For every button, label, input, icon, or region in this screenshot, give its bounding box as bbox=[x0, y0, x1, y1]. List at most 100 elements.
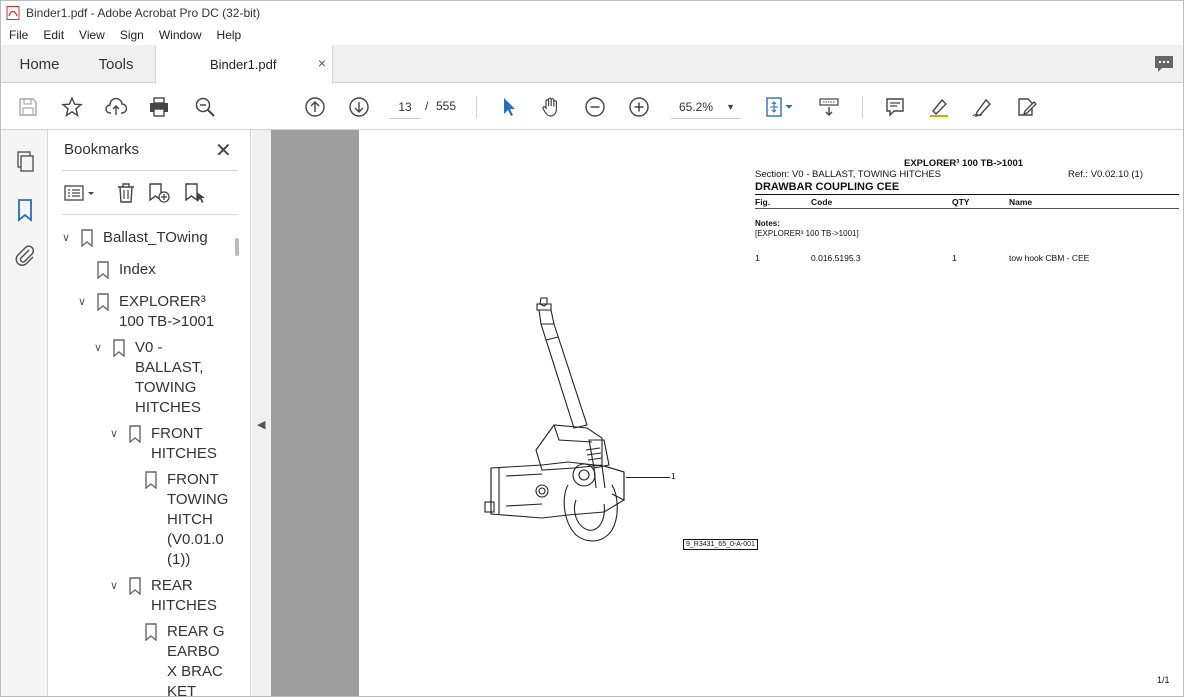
doc-section: Section: V0 - BALLAST, TOWING HITCHES bbox=[755, 169, 942, 180]
tab-document[interactable]: Binder1.pdf × bbox=[155, 45, 333, 84]
panel-splitter[interactable] bbox=[252, 130, 271, 696]
draw-tool-button[interactable] bbox=[969, 94, 995, 120]
bookmark-label: V0 - BALLAST, TOWING HITCHES bbox=[135, 339, 204, 416]
bookmark-icon bbox=[129, 577, 141, 595]
doc-reference: Ref.: V0.02.10 (1) bbox=[1068, 169, 1143, 180]
pen-sign-icon bbox=[972, 98, 991, 117]
bookmark-item[interactable]: ∨ FRONT HITCHES bbox=[107, 424, 235, 464]
bookmark-item[interactable]: ∨ V0 - BALLAST, TOWING HITCHES bbox=[91, 338, 235, 418]
zoom-level-value: 65.2% bbox=[679, 100, 714, 114]
chevron-down-icon[interactable]: ∨ bbox=[59, 228, 73, 248]
menu-sign[interactable]: Sign bbox=[112, 28, 151, 42]
printer-icon bbox=[150, 97, 168, 117]
bookmark-item[interactable]: ∨ REAR HITCHES bbox=[107, 576, 235, 616]
tab-home[interactable]: Home bbox=[1, 45, 78, 83]
part-qty: 1 bbox=[952, 253, 957, 263]
page-fit-button[interactable] bbox=[761, 94, 797, 120]
main-toolbar: 13 / 555 65.2% ▼ bbox=[1, 84, 1183, 130]
bookmark-star-button[interactable] bbox=[59, 94, 85, 120]
bookmark-label: Ballast_TOwing bbox=[103, 229, 208, 246]
fill-sign-button[interactable] bbox=[1013, 94, 1039, 120]
menu-window[interactable]: Window bbox=[151, 28, 209, 42]
callout-number: 1 bbox=[671, 471, 676, 481]
notes-label: Notes: bbox=[755, 219, 780, 228]
previous-page-button[interactable] bbox=[302, 94, 328, 120]
tab-document-label: Binder1.pdf bbox=[210, 57, 277, 72]
page-total: 555 bbox=[436, 99, 457, 113]
next-page-button[interactable] bbox=[346, 94, 372, 120]
menu-file[interactable]: File bbox=[1, 28, 35, 42]
cursor-arrow-icon bbox=[504, 98, 515, 116]
chevron-down-icon[interactable]: ∨ bbox=[107, 576, 121, 616]
bookmark-icon bbox=[81, 229, 93, 247]
chevron-down-icon[interactable]: ∨ bbox=[75, 292, 89, 332]
star-icon bbox=[61, 96, 83, 118]
bookmark-label: FRONT HITCHES bbox=[151, 425, 217, 462]
keyboard-scroll-icon bbox=[819, 98, 839, 116]
scroll-mode-button[interactable] bbox=[816, 94, 842, 120]
bookmark-icon bbox=[97, 261, 109, 279]
bookmarks-panel-icon[interactable] bbox=[13, 198, 37, 222]
bookmark-item[interactable]: FRONT TOWING HITCH (V0.01.0 (1)) bbox=[145, 470, 235, 570]
bookmark-item[interactable]: REAR GEARBOX BRACKET bbox=[145, 622, 235, 697]
bookmark-icon bbox=[113, 339, 125, 357]
window-title: Binder1.pdf - Adobe Acrobat Pro DC (32-b… bbox=[26, 6, 261, 20]
panel-divider bbox=[62, 170, 238, 171]
doc-model-title: EXPLORER³ 100 TB->1001 bbox=[904, 158, 1024, 169]
callout-leader-line bbox=[626, 477, 670, 478]
chevron-down-icon[interactable]: ∨ bbox=[107, 424, 121, 464]
print-button[interactable] bbox=[146, 94, 172, 120]
close-icon[interactable]: ✕ bbox=[215, 138, 232, 163]
bookmarks-scrollbar[interactable] bbox=[235, 238, 239, 256]
bookmark-item[interactable]: ∨ EXPLORER³ 100 TB->1001 bbox=[75, 292, 235, 332]
highlight-tool-button[interactable] bbox=[926, 94, 952, 120]
hand-tool-button[interactable] bbox=[538, 94, 564, 120]
zoom-search-icon bbox=[195, 97, 215, 117]
tab-tools[interactable]: Tools bbox=[78, 45, 154, 83]
cloud-upload-icon bbox=[105, 97, 127, 115]
options-menu-icon[interactable] bbox=[64, 182, 98, 204]
new-bookmark-icon[interactable] bbox=[147, 182, 171, 204]
bookmark-item[interactable]: ∨ Ballast_TOwing bbox=[59, 228, 208, 248]
page-thumbnails-icon[interactable] bbox=[13, 150, 37, 174]
comment-icon[interactable] bbox=[1153, 54, 1175, 74]
heading-rule bbox=[755, 194, 1179, 195]
delete-trash-icon[interactable] bbox=[114, 182, 138, 204]
document-gray-margin bbox=[271, 130, 359, 696]
bookmark-label: Index bbox=[119, 261, 156, 278]
attachments-paperclip-icon[interactable] bbox=[13, 244, 37, 268]
acrobat-app-icon bbox=[6, 6, 20, 20]
zoom-in-button[interactable] bbox=[626, 94, 652, 120]
bookmark-label: REAR GEARBOX BRACKET bbox=[167, 623, 225, 697]
chevron-down-icon: ▼ bbox=[726, 102, 735, 112]
arrow-up-circle-icon bbox=[305, 97, 325, 117]
column-code: Code bbox=[811, 197, 833, 207]
toolbar-divider bbox=[862, 96, 863, 118]
sticky-note-icon bbox=[886, 98, 904, 117]
select-tool-button[interactable] bbox=[495, 94, 521, 120]
bookmarks-panel: Bookmarks ✕ ∨ Ballast_TOwing Index ∨ EXP… bbox=[49, 130, 251, 697]
notes-text: [EXPLORER³ 100 TB->1001] bbox=[755, 229, 859, 238]
zoom-out-button[interactable] bbox=[582, 94, 608, 120]
bookmark-label: REAR HITCHES bbox=[151, 577, 217, 614]
collapse-left-icon[interactable]: ◀ bbox=[257, 418, 265, 431]
menu-view[interactable]: View bbox=[71, 28, 112, 42]
comment-tool-button[interactable] bbox=[882, 94, 908, 120]
menu-help[interactable]: Help bbox=[209, 28, 249, 42]
doc-heading: DRAWBAR COUPLING CEE bbox=[755, 181, 900, 193]
upload-button[interactable] bbox=[103, 94, 129, 120]
zoom-level-select[interactable]: 65.2% ▼ bbox=[671, 95, 741, 119]
page-number-input[interactable]: 13 bbox=[389, 95, 421, 119]
find-button[interactable] bbox=[192, 94, 218, 120]
column-rule bbox=[755, 208, 1179, 209]
highlighter-pen-icon bbox=[930, 98, 948, 117]
save-button[interactable] bbox=[15, 94, 41, 120]
chevron-down-icon[interactable]: ∨ bbox=[91, 338, 105, 418]
page-separator: / bbox=[425, 99, 429, 113]
tab-close-icon[interactable]: × bbox=[318, 55, 326, 71]
menu-bar: File Edit View Sign Window Help bbox=[1, 25, 1183, 45]
menu-edit[interactable]: Edit bbox=[35, 28, 71, 42]
page-label: 1/1 bbox=[1157, 675, 1170, 685]
find-bookmark-icon[interactable] bbox=[183, 182, 207, 204]
bookmark-item[interactable]: Index bbox=[97, 260, 156, 280]
